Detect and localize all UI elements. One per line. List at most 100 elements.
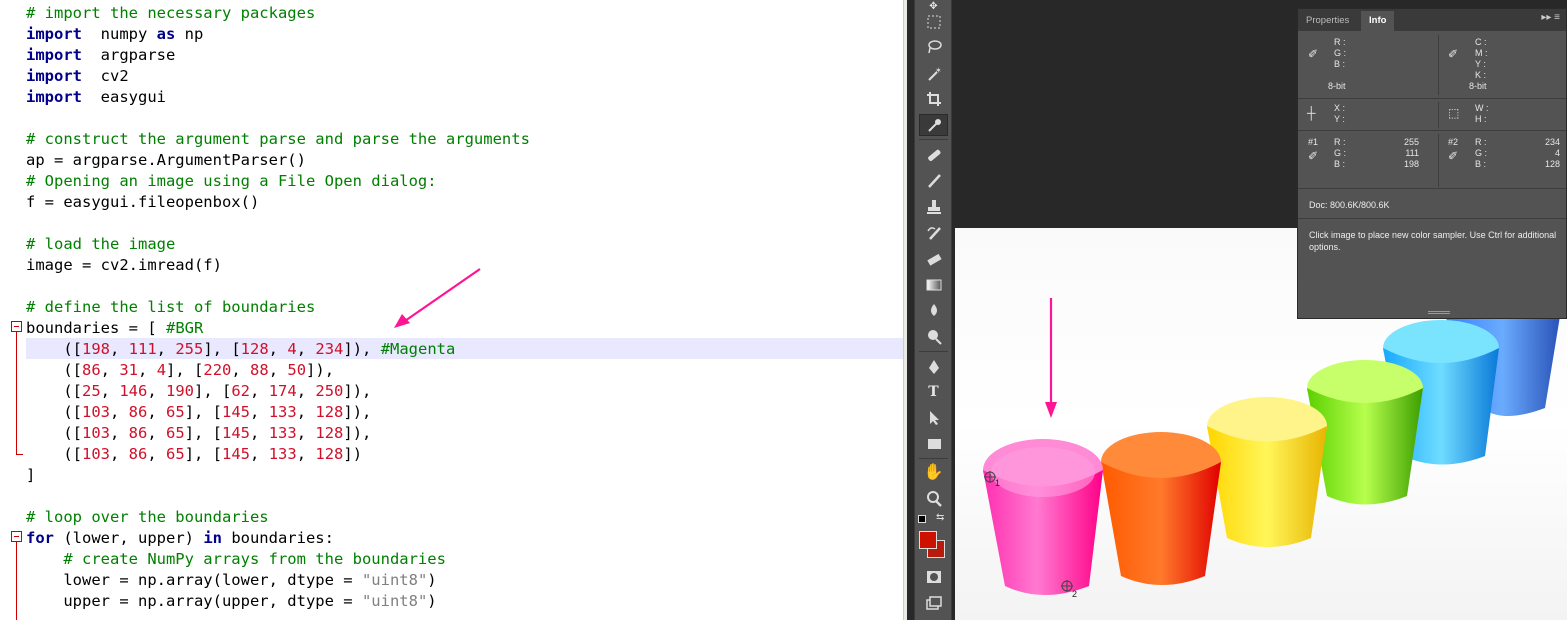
swap-colors-icon[interactable]: ⇆ bbox=[936, 512, 944, 523]
info-panel: Properties Info ▸▸ ≡ ✐ R : G : B : 8-bit… bbox=[1297, 8, 1567, 319]
code-line[interactable]: f = easygui.fileopenbox() bbox=[26, 192, 259, 213]
history-brush-tool-icon[interactable] bbox=[919, 222, 948, 244]
fold-range-line bbox=[16, 542, 17, 620]
eyedropper-icon: ✐ bbox=[1308, 47, 1319, 61]
quick-mask-icon[interactable] bbox=[919, 566, 948, 588]
code-text: , bbox=[296, 424, 316, 442]
code-comment: # create NumPy arrays from the boundarie… bbox=[63, 550, 446, 568]
code-text: ]), bbox=[343, 403, 372, 421]
code-text: , bbox=[147, 424, 167, 442]
divider bbox=[1438, 134, 1439, 187]
screen-mode-icon[interactable] bbox=[919, 592, 948, 614]
brush-tool-icon[interactable] bbox=[919, 170, 948, 192]
panel-resize-grip[interactable] bbox=[1428, 311, 1450, 314]
magic-wand-tool-icon[interactable]: ✶ bbox=[919, 63, 948, 85]
code-line[interactable]: ([86, 31, 4], [220, 88, 50]), bbox=[26, 360, 334, 381]
default-colors-icon[interactable] bbox=[918, 515, 926, 523]
code-number: 103 bbox=[82, 403, 110, 421]
code-line[interactable]: # load the image bbox=[26, 234, 175, 255]
code-comment: #BGR bbox=[165, 319, 204, 337]
code-number: 220 bbox=[203, 361, 232, 379]
code-text: ], [ bbox=[184, 445, 223, 463]
code-text: ([ bbox=[26, 340, 82, 358]
tab-info[interactable]: Info bbox=[1361, 11, 1395, 31]
sampler-2-r-value: 234 bbox=[1544, 137, 1560, 147]
code-text: , bbox=[296, 445, 316, 463]
code-line[interactable]: # loop over the boundaries bbox=[26, 507, 269, 528]
sampler-1-b-value: 198 bbox=[1403, 159, 1419, 169]
gradient-tool-icon[interactable] bbox=[919, 274, 948, 296]
h-label: H : bbox=[1475, 114, 1487, 124]
lasso-tool-icon[interactable] bbox=[919, 36, 948, 58]
code-editor[interactable]: # import the necessary packages import nu… bbox=[0, 0, 907, 620]
marquee-tool-icon[interactable] bbox=[919, 11, 948, 33]
tab-properties[interactable]: Properties bbox=[1298, 11, 1357, 31]
code-line[interactable]: ([25, 146, 190], [62, 174, 250]), bbox=[26, 381, 371, 402]
code-line[interactable]: # construct the argument parse and parse… bbox=[26, 129, 530, 150]
divider bbox=[1438, 102, 1439, 128]
hand-tool-icon[interactable]: ✋ bbox=[919, 462, 948, 484]
panel-menu-icon[interactable]: ▸▸ ≡ bbox=[1541, 12, 1560, 23]
code-line[interactable]: ] bbox=[26, 465, 35, 486]
code-number: 128 bbox=[315, 403, 344, 421]
code-text: , bbox=[250, 382, 269, 400]
foreground-color-swatch[interactable] bbox=[919, 531, 937, 549]
code-line[interactable]: import numpy as np bbox=[26, 24, 203, 45]
code-text: , bbox=[250, 403, 269, 421]
eyedropper-tool-icon[interactable] bbox=[919, 114, 948, 136]
zoom-tool-icon[interactable] bbox=[919, 488, 948, 510]
code-line[interactable]: ([198, 111, 255], [128, 4, 234]), #Magen… bbox=[26, 339, 455, 360]
eraser-tool-icon[interactable] bbox=[919, 248, 948, 270]
code-number: 31 bbox=[119, 361, 139, 379]
code-keyword: import bbox=[26, 88, 82, 106]
code-line[interactable]: for (lower, upper) in boundaries: bbox=[26, 528, 334, 549]
path-selection-tool-icon[interactable] bbox=[919, 407, 948, 429]
x-label: X : bbox=[1334, 103, 1346, 113]
healing-brush-tool-icon[interactable] bbox=[919, 144, 948, 166]
code-line[interactable]: ap = argparse.ArgumentParser() bbox=[26, 150, 306, 171]
code-line[interactable]: # define the list of boundaries bbox=[26, 297, 315, 318]
code-number: 4 bbox=[156, 361, 167, 379]
code-number: 65 bbox=[166, 445, 185, 463]
code-line[interactable]: ([103, 86, 65], [145, 133, 128]), bbox=[26, 423, 371, 444]
code-number: 145 bbox=[222, 403, 251, 421]
code-text: , bbox=[268, 340, 288, 358]
code-text: argparse bbox=[82, 46, 176, 64]
code-line[interactable]: image = cv2.imread(f) bbox=[26, 255, 222, 276]
dodge-tool-icon[interactable] bbox=[919, 326, 948, 348]
crop-tool-icon[interactable] bbox=[919, 88, 948, 110]
code-text: , bbox=[296, 403, 316, 421]
type-tool-icon[interactable]: T bbox=[919, 381, 948, 403]
code-keyword: import bbox=[26, 46, 82, 64]
fold-toggle-for-loop[interactable] bbox=[11, 531, 22, 542]
code-line[interactable]: lower = np.array(lower, dtype = "uint8") bbox=[26, 570, 437, 591]
code-text: , bbox=[147, 382, 167, 400]
clone-stamp-tool-icon[interactable] bbox=[919, 196, 948, 218]
blur-tool-icon[interactable] bbox=[919, 300, 948, 322]
pen-tool-icon[interactable] bbox=[919, 356, 948, 378]
code-text: np bbox=[175, 25, 204, 43]
annotation-arrow bbox=[1045, 298, 1057, 418]
code-line[interactable]: import cv2 bbox=[26, 66, 129, 87]
code-line[interactable]: # create NumPy arrays from the boundarie… bbox=[26, 549, 446, 570]
eyedropper-icon: ✐ bbox=[1448, 149, 1459, 163]
code-text: ]), bbox=[343, 424, 372, 442]
code-line[interactable]: ([103, 86, 65], [145, 133, 128]) bbox=[26, 444, 362, 465]
code-line[interactable]: # import the necessary packages bbox=[26, 3, 315, 24]
code-text: , bbox=[296, 382, 316, 400]
code-line[interactable]: import easygui bbox=[26, 87, 166, 108]
code-number: 133 bbox=[268, 424, 297, 442]
rectangle-tool-icon[interactable] bbox=[919, 433, 948, 455]
code-keyword: for bbox=[26, 529, 54, 547]
fold-toggle-boundaries[interactable] bbox=[11, 321, 22, 332]
code-line[interactable]: # Opening an image using a File Open dia… bbox=[26, 171, 437, 192]
code-text: , bbox=[110, 424, 129, 442]
code-text: ([ bbox=[26, 403, 82, 421]
code-number: 86 bbox=[82, 361, 101, 379]
code-text: ) bbox=[427, 571, 437, 589]
code-line[interactable]: ([103, 86, 65], [145, 133, 128]), bbox=[26, 402, 371, 423]
code-line[interactable]: upper = np.array(upper, dtype = "uint8") bbox=[26, 591, 436, 612]
code-line[interactable]: import argparse bbox=[26, 45, 175, 66]
code-text: boundaries = [ bbox=[26, 319, 166, 337]
code-line[interactable]: boundaries = [ #BGR bbox=[26, 318, 203, 339]
